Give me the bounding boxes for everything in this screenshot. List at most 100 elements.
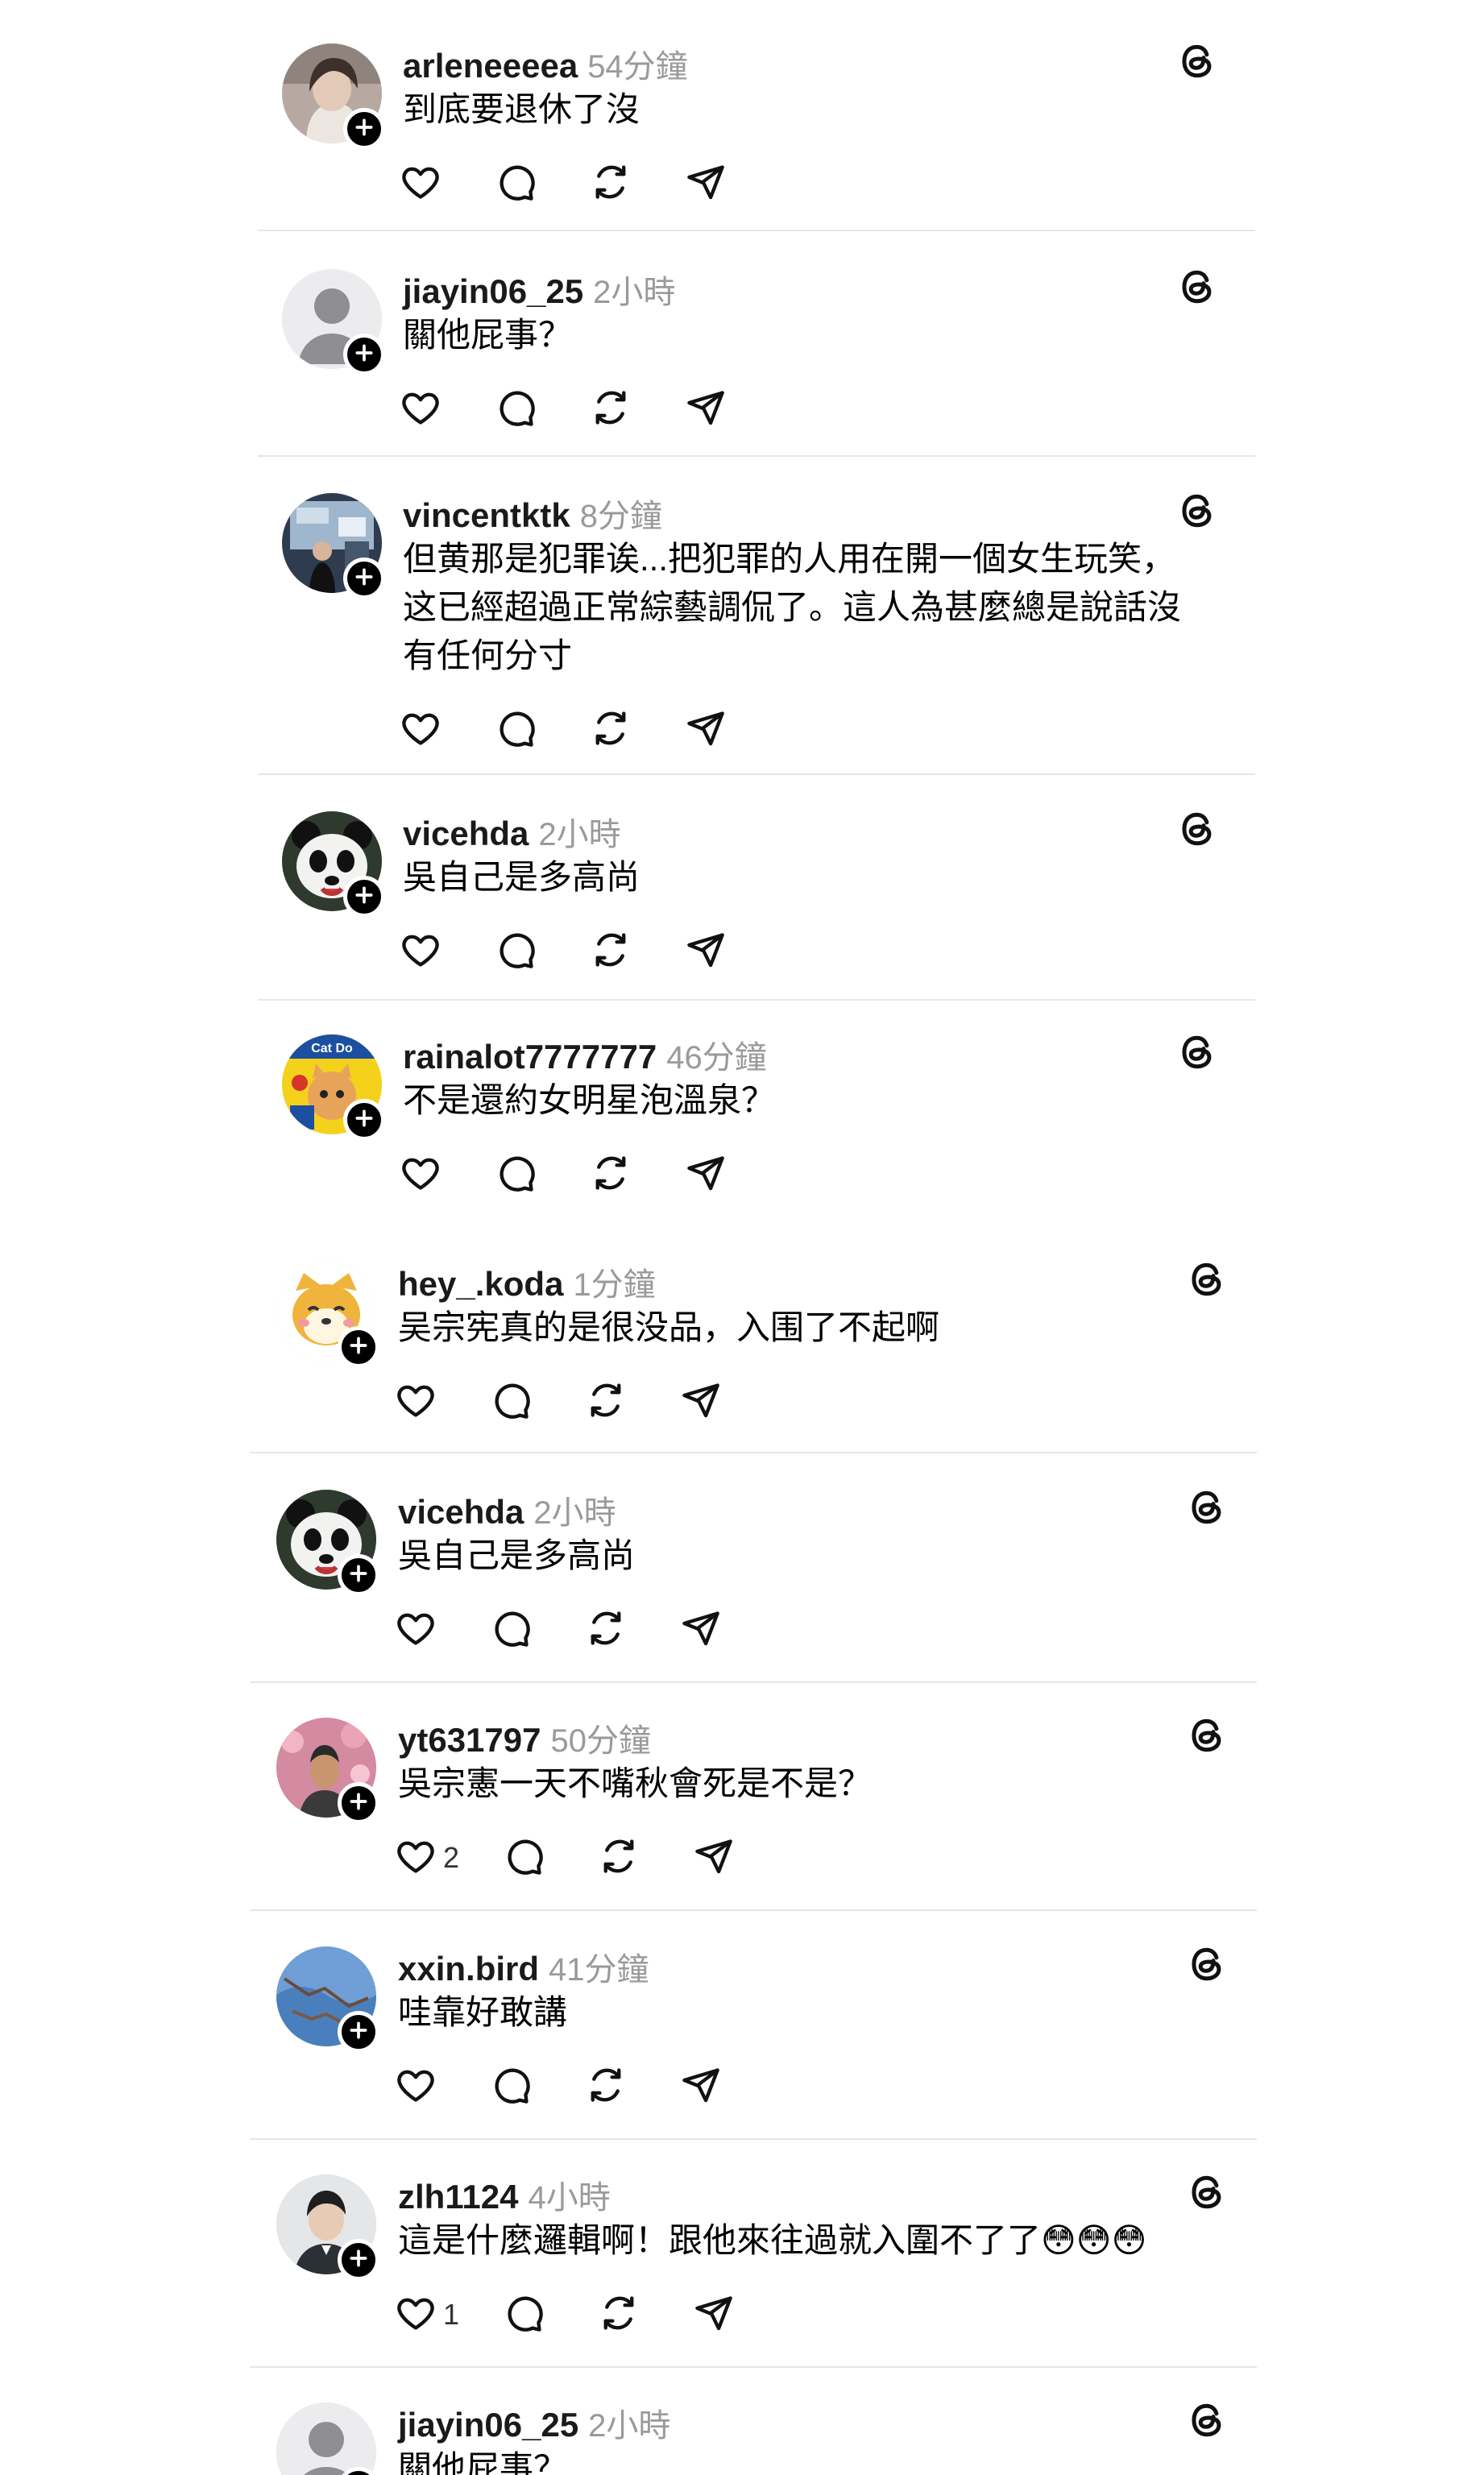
share-button[interactable] <box>680 2062 722 2111</box>
like-button[interactable] <box>400 385 441 433</box>
username[interactable]: vicehda <box>403 815 529 853</box>
reply-button[interactable] <box>495 927 537 976</box>
like-button[interactable] <box>395 2062 437 2111</box>
reply-button[interactable] <box>490 2062 532 2111</box>
like-button[interactable]: 1 <box>395 2291 459 2339</box>
username[interactable]: vicehda <box>398 1493 524 1532</box>
share-button[interactable] <box>685 706 727 754</box>
reply-button[interactable] <box>490 1606 532 1654</box>
follow-plus-button[interactable] <box>338 2239 379 2281</box>
reply-button[interactable] <box>490 1378 532 1426</box>
follow-plus-button[interactable] <box>343 108 385 150</box>
repost-button[interactable] <box>590 927 632 976</box>
threads-logo-icon[interactable] <box>1186 2171 1228 2213</box>
follow-plus-button[interactable] <box>343 876 385 918</box>
username[interactable]: arleneeeea <box>403 47 578 85</box>
reply-button[interactable] <box>503 2291 545 2339</box>
reply-button[interactable] <box>495 160 537 208</box>
share-button[interactable] <box>680 1378 722 1426</box>
reply-bubble-icon <box>490 1607 532 1653</box>
share-button[interactable] <box>680 1606 722 1654</box>
post-header: jiayin06_25 2小時 <box>398 2399 670 2446</box>
threads-logo-icon[interactable] <box>1186 1486 1228 1528</box>
reply-button[interactable] <box>495 385 537 433</box>
plus-icon <box>348 2248 369 2273</box>
threads-logo-icon[interactable] <box>1176 266 1218 308</box>
username[interactable]: zlh1124 <box>398 2178 518 2216</box>
repost-button[interactable] <box>590 160 632 208</box>
reply-bubble-icon <box>495 929 537 975</box>
follow-plus-button[interactable] <box>343 1099 385 1141</box>
repost-button[interactable] <box>590 706 632 754</box>
reply-button[interactable] <box>495 1150 537 1199</box>
repost-button[interactable] <box>585 1378 627 1426</box>
repost-button[interactable] <box>585 1606 627 1654</box>
post-header: vicehda 2小時 <box>403 808 621 855</box>
repost-icon <box>598 2292 640 2338</box>
avatar[interactable] <box>276 2402 376 2475</box>
follow-plus-button[interactable] <box>343 334 385 375</box>
threads-logo-icon[interactable] <box>1176 40 1218 82</box>
follow-plus-button[interactable] <box>338 1326 379 1368</box>
follow-plus-button[interactable] <box>338 1782 379 1824</box>
post-text: 吳自己是多高尚 <box>403 858 640 896</box>
follow-plus-button[interactable] <box>338 1554 379 1596</box>
reply-button[interactable] <box>495 706 537 754</box>
share-button[interactable] <box>685 385 727 433</box>
username[interactable]: rainalot7777777 <box>403 1038 657 1076</box>
threads-logo-icon[interactable] <box>1186 1258 1228 1300</box>
like-button[interactable] <box>395 1378 437 1426</box>
repost-button[interactable] <box>590 1150 632 1199</box>
follow-plus-button[interactable] <box>338 2011 379 2053</box>
threads-logo-icon[interactable] <box>1176 1031 1218 1073</box>
share-send-icon <box>680 2064 722 2110</box>
repost-icon <box>590 929 632 975</box>
username[interactable]: jiayin06_25 <box>403 272 583 311</box>
threads-logo-icon[interactable] <box>1186 1714 1228 1756</box>
share-button[interactable] <box>685 927 727 976</box>
follow-plus-button[interactable] <box>343 558 385 599</box>
post-text: 這是什麼邏輯啊！跟他來往過就入圍不了了😳😳😳 <box>398 2221 1147 2259</box>
heart-icon <box>400 929 441 975</box>
action-bar: 1 <box>395 2291 788 2339</box>
timestamp: 54分鐘 <box>587 49 688 85</box>
like-button[interactable] <box>400 1150 441 1199</box>
post-text: 到底要退休了沒 <box>403 90 640 128</box>
avatar-container: Cat Do <box>282 1034 385 1141</box>
post-text: 吴宗宪真的是很没品，入围了不起啊 <box>398 1308 940 1346</box>
username[interactable]: yt631797 <box>398 1721 541 1760</box>
like-button[interactable] <box>400 160 441 208</box>
share-send-icon <box>685 387 727 433</box>
share-button[interactable] <box>693 2291 735 2339</box>
threads-logo-icon[interactable] <box>1186 2399 1228 2441</box>
repost-button[interactable] <box>585 2062 627 2111</box>
reply-bubble-icon <box>495 707 537 753</box>
username[interactable]: hey_.koda <box>398 1265 563 1304</box>
share-button[interactable] <box>685 160 727 208</box>
threads-logo-icon[interactable] <box>1176 490 1218 532</box>
post-text: 吳宗憲一天不嘴秋會死是不是？ <box>398 1764 873 1802</box>
share-send-icon <box>693 1835 735 1881</box>
repost-icon <box>590 1152 632 1198</box>
repost-button[interactable] <box>590 385 632 433</box>
username[interactable]: jiayin06_25 <box>398 2406 578 2444</box>
threads-logo-icon[interactable] <box>1176 808 1218 850</box>
repost-button[interactable] <box>598 2291 640 2339</box>
plus-icon <box>348 1791 369 1816</box>
like-button[interactable] <box>395 1606 437 1654</box>
post-text: 關他屁事？ <box>398 2449 568 2475</box>
reply-bubble-icon <box>503 2292 545 2338</box>
reply-button[interactable] <box>503 1834 545 1882</box>
share-button[interactable] <box>685 1150 727 1199</box>
like-button[interactable]: 2 <box>395 1834 459 1882</box>
avatar-container <box>276 1718 379 1824</box>
post-divider <box>250 2138 1257 2140</box>
heart-icon <box>400 707 441 753</box>
username[interactable]: vincentktk <box>403 496 570 535</box>
threads-logo-icon[interactable] <box>1186 1943 1228 1985</box>
like-button[interactable] <box>400 927 441 976</box>
username[interactable]: xxin.bird <box>398 1950 539 1988</box>
repost-button[interactable] <box>598 1834 640 1882</box>
share-button[interactable] <box>693 1834 735 1882</box>
like-button[interactable] <box>400 706 441 754</box>
